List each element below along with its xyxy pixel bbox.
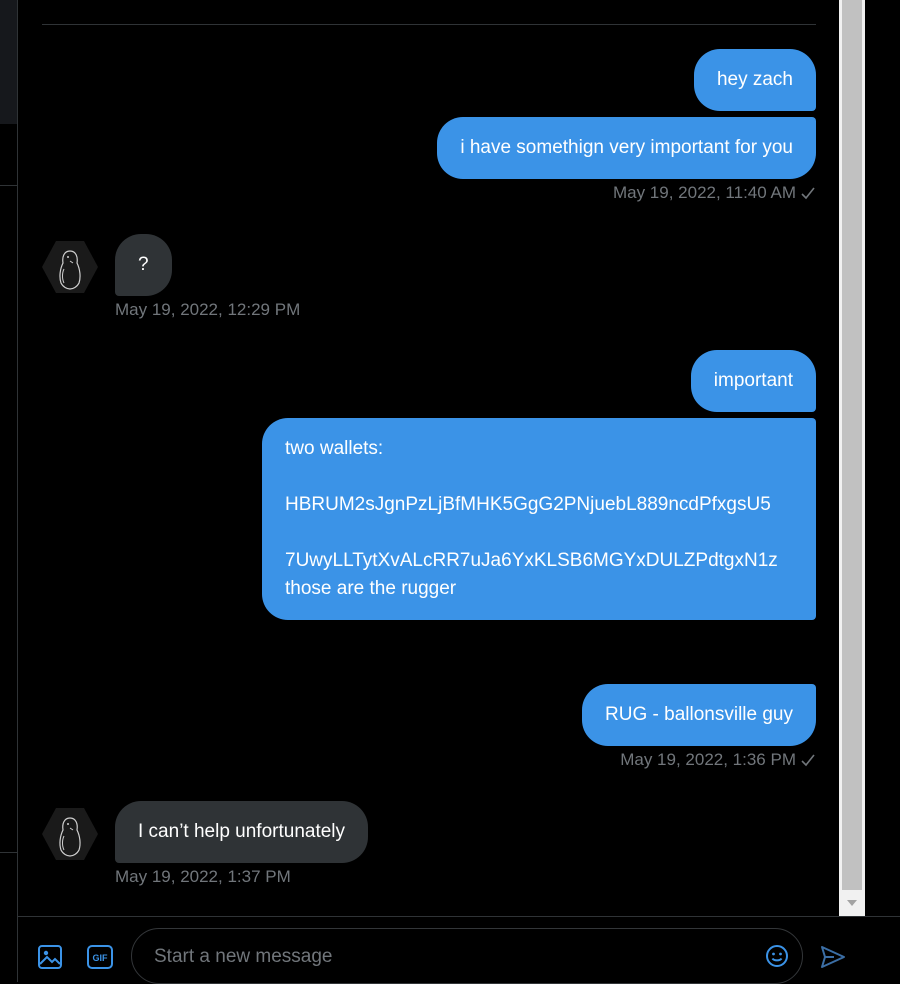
message-bubble-outgoing[interactable]: two wallets: HBRUM2sJgnPzLjBfMHK5GgG2PNj… (262, 418, 816, 620)
message-bubble-outgoing[interactable]: i have somethign very important for you (437, 117, 816, 179)
left-panel-block (0, 0, 17, 124)
scrollbar[interactable] (839, 0, 865, 916)
message-timestamp: May 19, 2022, 12:29 PM (115, 300, 301, 319)
message-timestamp: May 19, 2022, 1:36 PM (620, 750, 816, 770)
avatar[interactable] (42, 239, 98, 295)
arrow-down-icon (847, 900, 857, 906)
gif-button[interactable]: GIF (85, 942, 115, 972)
check-icon (801, 754, 815, 767)
image-icon (38, 945, 62, 969)
check-icon (801, 187, 815, 200)
send-button[interactable] (818, 942, 848, 972)
left-panel-edge (0, 0, 18, 982)
message-composer: GIF (18, 916, 900, 984)
penguin-avatar-icon (42, 808, 98, 860)
message-bubble-incoming[interactable]: I can’t help unfortunately (115, 801, 369, 863)
message-bubble-outgoing[interactable]: important (690, 350, 816, 412)
gif-label: GIF (93, 953, 109, 963)
send-icon (821, 946, 845, 968)
message-bubble-outgoing[interactable]: RUG - ballonsville guy (582, 684, 816, 746)
message-bubble-incoming[interactable]: ? (115, 234, 172, 296)
message-timestamp: May 19, 2022, 1:37 PM (115, 867, 291, 886)
thread-divider (42, 24, 816, 25)
left-divider (0, 185, 17, 186)
timestamp-text: May 19, 2022, 11:40 AM (612, 183, 796, 202)
right-edge (865, 0, 900, 916)
message-input[interactable] (152, 941, 746, 973)
scrollbar-thumb[interactable] (842, 0, 862, 890)
avatar[interactable] (42, 806, 98, 862)
message-timestamp: May 19, 2022, 11:40 AM (613, 183, 816, 203)
scroll-down-arrow[interactable] (839, 890, 865, 916)
media-button[interactable] (35, 942, 65, 972)
message-thread[interactable]: hey zach i have somethign very important… (18, 0, 839, 916)
left-divider (0, 852, 17, 853)
message-input-container[interactable] (131, 928, 803, 984)
penguin-avatar-icon (42, 241, 98, 293)
emoji-button[interactable] (762, 941, 792, 971)
timestamp-text: May 19, 2022, 1:36 PM (620, 750, 796, 769)
gif-icon: GIF (87, 945, 113, 969)
message-bubble-outgoing[interactable]: hey zach (693, 49, 816, 111)
emoji-icon (766, 945, 788, 967)
